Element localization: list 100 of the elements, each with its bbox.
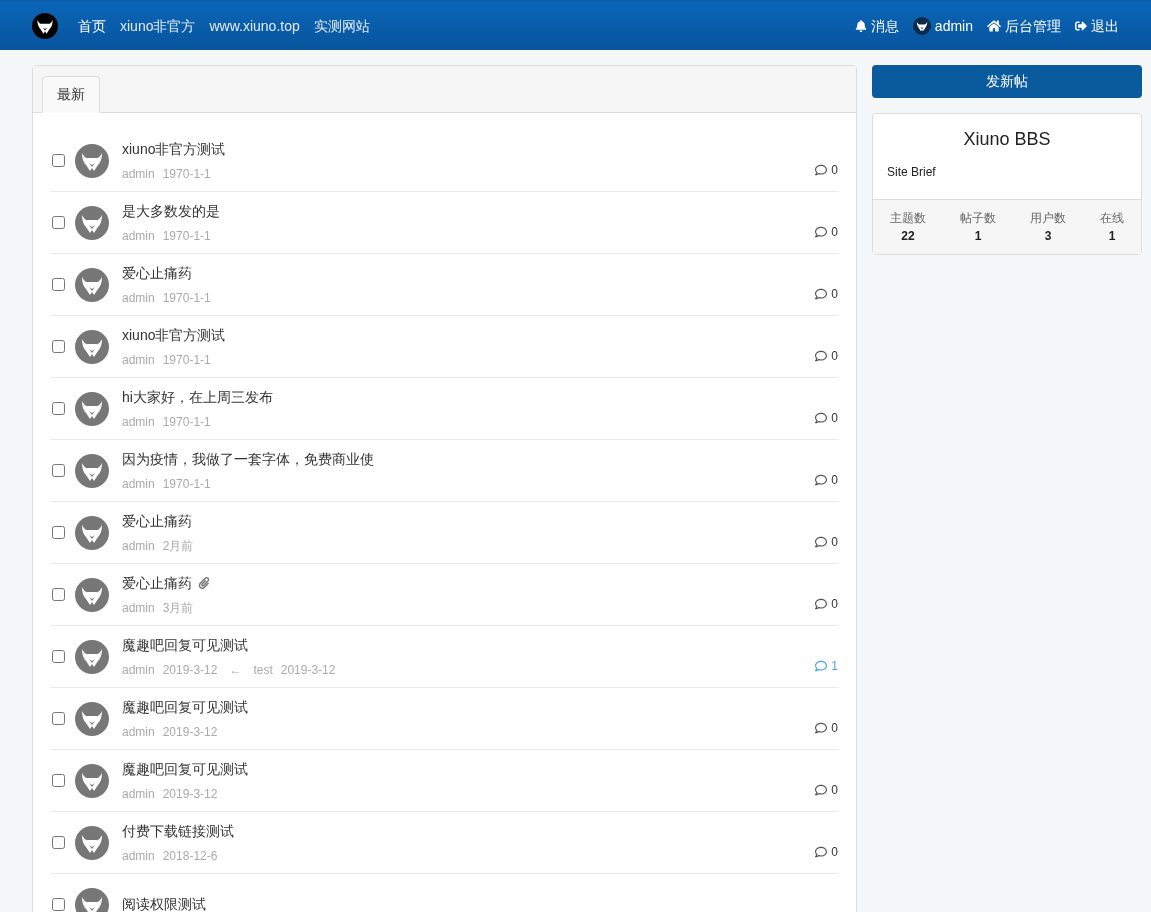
author-name: admin	[122, 661, 155, 679]
comment-icon	[815, 598, 828, 610]
avatar-icon	[75, 453, 109, 488]
thread-title[interactable]: 魔趣吧回复可见测试	[122, 634, 248, 656]
thread-title[interactable]: 魔趣吧回复可见测试	[122, 758, 248, 780]
home-icon	[987, 19, 1001, 33]
post-date: 1970-1-1	[162, 289, 211, 307]
nav-link[interactable]: 退出	[1075, 15, 1119, 37]
thread-checkbox[interactable]	[52, 402, 65, 415]
nav-link[interactable]: 后台管理	[987, 15, 1061, 37]
avatar-icon	[75, 763, 109, 798]
thread-checkbox[interactable]	[52, 650, 65, 663]
thread-title[interactable]: 因为疫情，我做了一套字体，免费商业使	[122, 448, 374, 470]
thread-checkbox[interactable]	[52, 526, 65, 539]
stat-value: 1	[974, 228, 982, 245]
author-name: admin	[122, 599, 155, 617]
avatar-icon	[75, 267, 109, 302]
comment-icon	[815, 412, 828, 424]
comment-icon	[815, 846, 828, 858]
author-name: admin	[122, 475, 155, 493]
nav-link[interactable]: 实测网站	[313, 15, 370, 37]
thread-checkbox[interactable]	[52, 154, 65, 167]
thread-checkbox[interactable]	[52, 836, 65, 849]
tab[interactable]: 最新	[42, 76, 100, 113]
new-thread-button[interactable]: 发新帖	[872, 65, 1142, 98]
site-brief: Site Brief	[887, 164, 937, 181]
thread-title[interactable]: 阅读权限测试	[122, 894, 206, 912]
comment-icon	[815, 536, 828, 548]
author-name: admin	[122, 537, 155, 555]
thread-checkbox[interactable]	[52, 898, 65, 911]
thread-checkbox[interactable]	[52, 774, 65, 787]
thread-title[interactable]: 是大多数发的是	[122, 200, 220, 222]
post-date: 1970-1-1	[162, 165, 211, 183]
thread-title[interactable]: 付费下载链接测试	[122, 820, 234, 842]
reply-count: 0	[831, 410, 838, 427]
thread-checkbox[interactable]	[52, 464, 65, 477]
site-name: Xiuno BBS	[962, 128, 1052, 151]
stat-label: 帖子数	[960, 210, 996, 227]
comment-icon	[815, 164, 828, 176]
arrow-glyph: ←	[229, 661, 242, 679]
reply-count: 0	[831, 720, 838, 737]
stat-label: 在线	[1100, 210, 1124, 227]
post-date: 1970-1-1	[162, 227, 211, 245]
comment-icon	[815, 722, 828, 734]
thread-title[interactable]: hi大家好，在上周三发布	[122, 386, 273, 408]
reply-count: 1	[831, 658, 838, 675]
stat-value: 3	[1044, 228, 1052, 245]
thread-title[interactable]: 魔趣吧回复可见测试	[122, 696, 248, 718]
avatar-icon	[75, 391, 109, 426]
avatar-icon	[75, 515, 109, 550]
stat-label: 主题数	[890, 210, 926, 227]
author-name: admin	[122, 165, 155, 183]
avatar-icon	[75, 701, 109, 736]
nav-link[interactable]: 首页	[78, 15, 106, 37]
thread-checkbox[interactable]	[52, 340, 65, 353]
reply-count: 0	[831, 162, 838, 179]
nav-link[interactable]: www.xiuno.top	[209, 15, 300, 37]
author-name: admin	[122, 351, 155, 369]
nav-link[interactable]: admin	[912, 15, 973, 37]
nav-link[interactable]: xiuno非官方	[120, 15, 196, 37]
avatar-icon	[912, 17, 931, 35]
stat-value: 22	[901, 228, 915, 245]
avatar-icon	[75, 577, 109, 612]
comment-icon	[815, 474, 828, 486]
reply-date: 2019-3-12	[280, 661, 336, 679]
thread-title[interactable]: 爱心止痛药	[122, 510, 192, 532]
comment-icon	[815, 350, 828, 362]
stat-value: 1	[1108, 228, 1116, 245]
post-date: 1970-1-1	[162, 413, 211, 431]
comment-icon	[815, 660, 828, 672]
post-date: 1970-1-1	[162, 351, 211, 369]
comment-icon	[815, 784, 828, 796]
reply-count: 0	[831, 472, 838, 489]
stat-label: 用户数	[1030, 210, 1066, 227]
reply-count: 0	[831, 534, 838, 551]
reply-count: 0	[831, 782, 838, 799]
author-name: admin	[122, 847, 155, 865]
author-name: admin	[122, 413, 155, 431]
thread-title[interactable]: 爱心止痛药	[122, 262, 192, 284]
thread-checkbox[interactable]	[52, 216, 65, 229]
avatar-icon	[75, 329, 109, 364]
reply-count: 0	[831, 286, 838, 303]
thread-title[interactable]: 爱心止痛药	[122, 572, 192, 594]
logout-icon	[1075, 20, 1087, 32]
thread-checkbox[interactable]	[52, 588, 65, 601]
avatar-icon	[75, 639, 109, 674]
bell-icon	[854, 20, 867, 32]
thread-title[interactable]: xiuno非官方测试	[122, 324, 226, 346]
reply-count: 0	[831, 348, 838, 365]
author-name: admin	[122, 227, 155, 245]
avatar-icon	[75, 825, 109, 860]
post-date: 2019-3-12	[162, 661, 218, 679]
post-date: 1970-1-1	[162, 475, 211, 493]
author-name: admin	[122, 785, 155, 803]
post-date: 3月前	[162, 599, 194, 617]
avatar-icon	[75, 143, 109, 178]
thread-title[interactable]: xiuno非官方测试	[122, 138, 226, 160]
thread-checkbox[interactable]	[52, 712, 65, 725]
thread-checkbox[interactable]	[52, 278, 65, 291]
nav-link[interactable]: 消息	[854, 15, 899, 37]
